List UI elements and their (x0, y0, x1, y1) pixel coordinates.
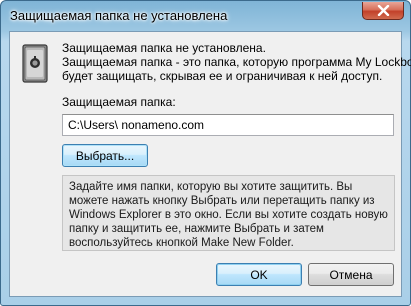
info-message-line: Защищаемая папка не установлена. (62, 41, 266, 55)
close-button[interactable] (362, 2, 404, 20)
ok-button[interactable]: OK (216, 263, 302, 286)
dialog-window: Защищаемая папка не установлена Защищаем… (0, 0, 411, 306)
folder-label: Защищаемая папка: (62, 95, 176, 109)
folder-path-input[interactable] (62, 114, 394, 136)
info-message-line: будет защищать, скрывая ее и ограничивая… (62, 69, 383, 83)
info-message-line: Защищаемая папка - это папка, которую пр… (62, 55, 411, 69)
window-title: Защищаемая папка не установлена (10, 8, 228, 23)
cancel-button[interactable]: Отмена (308, 263, 394, 286)
info-message: Защищаемая папка не установлена. Защищае… (62, 41, 411, 83)
browse-button[interactable]: Выбрать... (62, 144, 148, 167)
hint-line: можете нажать кнопку Выбрать или перетащ… (69, 195, 375, 207)
hint-line: Задайте имя папки, которую вы хотите защ… (69, 181, 353, 193)
lockbox-safe-icon (22, 44, 48, 83)
dialog-content: Защищаемая папка не установлена. Защищае… (9, 31, 411, 297)
hint-box: Задайте имя папки, которую вы хотите защ… (62, 175, 395, 251)
hint-line: Windows Explorer в это окно. Если вы хот… (69, 209, 388, 221)
close-icon (377, 5, 390, 16)
title-bar[interactable]: Защищаемая папка не установлена (1, 1, 410, 31)
hint-line: папку и защитить ее, нажмите Выбрать и з… (69, 223, 324, 235)
hint-line: воспользуйтесь кнопкой Make New Folder. (69, 237, 294, 249)
